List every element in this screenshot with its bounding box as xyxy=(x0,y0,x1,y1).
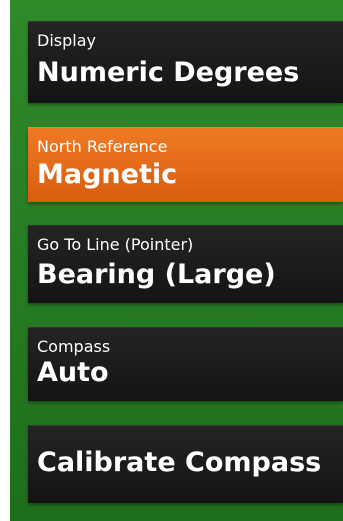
menu-item-label: Compass xyxy=(37,337,111,356)
menu-item-compass[interactable]: Compass Auto xyxy=(28,327,343,401)
menu-item-label: Display xyxy=(37,31,96,50)
menu-item-go-to-line[interactable]: Go To Line (Pointer) Bearing (Large) xyxy=(28,225,343,303)
calibrate-compass-label: Calibrate Compass xyxy=(37,447,322,478)
menu-item-north-reference[interactable]: North Reference Magnetic xyxy=(28,127,343,202)
menu-item-value: Auto xyxy=(37,357,109,388)
compass-settings-screen: Display Numeric Degrees North Reference … xyxy=(10,0,343,521)
menu-item-value: Magnetic xyxy=(37,159,178,190)
menu-item-display[interactable]: Display Numeric Degrees xyxy=(28,21,343,103)
menu-item-label: Go To Line (Pointer) xyxy=(37,235,194,254)
menu-item-value: Numeric Degrees xyxy=(37,57,300,88)
menu-item-label: North Reference xyxy=(37,137,168,156)
calibrate-compass-button[interactable]: Calibrate Compass xyxy=(28,425,343,503)
menu-item-value: Bearing (Large) xyxy=(37,259,276,290)
